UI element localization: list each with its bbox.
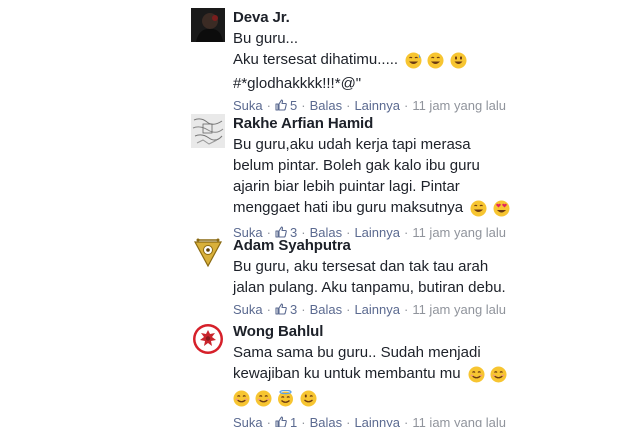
heart-eyes-emoji-icon [493,200,510,217]
more-button[interactable]: Lainnya [354,415,400,427]
separator-dot: · [266,415,271,427]
comment-feed: Deva Jr. Bu guru... Aku tersesat dihatim… [0,0,642,427]
like-count[interactable]: 1 [290,415,297,427]
comment-text: Sama sama bu guru.. Sudah menjadi kewaji… [233,342,633,411]
comment-author[interactable]: Wong Bahlul [233,322,633,341]
smiling-eyes-emoji-icon [255,390,272,407]
avatar[interactable] [191,114,225,148]
separator-dot: · [301,98,306,113]
halo-smiling-emoji-icon [277,390,294,407]
comment-line: jalan pulang. Aku tanpamu, butiran debu. [233,279,506,296]
like-count[interactable]: 5 [290,98,297,113]
reply-button[interactable]: Balas [310,98,343,113]
smiling-eyes-emoji-icon [468,366,485,383]
emoji-line [233,387,633,411]
separator-dot: · [301,302,306,317]
separator-dot: · [266,302,271,317]
comment-actions: Suka · 1 · Balas · Lainnya · 11 jam yang lalu [233,414,633,427]
comment-line: kewajiban ku untuk membantu mu [233,365,461,382]
smiling-open-mouth-emoji-icon [450,52,467,69]
winking-emoji-icon [300,390,317,407]
more-button[interactable]: Lainnya [354,302,400,317]
comment-line: Bu guru... [233,30,299,47]
separator-dot: · [346,415,351,427]
more-button[interactable]: Lainnya [354,98,400,113]
separator-dot: · [301,415,306,427]
comment-line: Aku tersesat dihatimu..... [233,51,399,68]
smiling-eyes-emoji-icon [233,390,250,407]
thumbs-up-icon[interactable] [275,303,287,315]
comment-line: #*glodhakkkk!!!*@" [233,75,362,92]
comment-line: ajarin biar lebih puintar lagi. Pintar [233,178,460,195]
separator-dot: · [346,302,351,317]
like-button[interactable]: Suka [233,302,263,317]
reply-button[interactable]: Balas [310,302,343,317]
comment-line: Bu guru, aku tersesat dan tak tau arah [233,258,489,275]
thumbs-up-icon[interactable] [275,416,287,427]
comment-timestamp[interactable]: 11 jam yang lalu [412,302,506,317]
separator-dot: · [403,415,409,427]
comment-text: Bu guru, aku tersesat dan tak tau arah j… [233,256,633,298]
thumbs-up-icon[interactable] [275,99,287,111]
reply-button[interactable]: Balas [310,415,343,427]
separator-dot: · [266,98,271,113]
grinning-emoji-icon [427,52,444,69]
like-button[interactable]: Suka [233,98,263,113]
comment-timestamp[interactable]: 11 jam yang lalu [412,415,506,427]
grinning-sweat-emoji-icon [405,52,422,69]
grinning-emoji-icon [470,200,487,217]
comment-author[interactable]: Adam Syahputra [233,236,633,255]
comment-line: menggaet hati ibu guru maksutnya [233,199,464,216]
avatar[interactable] [191,322,225,356]
like-count[interactable]: 3 [290,302,297,317]
separator-dot: · [403,98,409,113]
separator-dot: · [346,98,351,113]
comment-text: Bu guru... Aku tersesat dihatimu..... #*… [233,28,633,94]
avatar[interactable] [191,236,225,270]
separator-dot: · [403,302,409,317]
like-button[interactable]: Suka [233,415,263,427]
comment-line-with-emoji: Aku tersesat dihatimu..... [233,49,633,73]
comment-actions: Suka · 3 · Balas · Lainnya · 11 jam yang lalu [233,301,633,319]
comment-line: Bu guru,aku udah kerja tapi merasa [233,136,471,153]
comment-line-with-emoji: kewajiban ku untuk membantu mu [233,363,633,387]
comment-author[interactable]: Rakhe Arfian Hamid [233,114,633,133]
comment-line: belum pintar. Boleh gak kalo ibu guru [233,157,480,174]
comment-actions: Suka · 5 · Balas · Lainnya · 11 jam yang lalu [233,97,633,115]
avatar[interactable] [191,8,225,42]
comment-text: Bu guru,aku udah kerja tapi merasa belum… [233,134,633,221]
comment-author[interactable]: Deva Jr. [233,8,633,27]
comment-timestamp[interactable]: 11 jam yang lalu [412,98,506,113]
comment-line-with-emoji: menggaet hati ibu guru maksutnya [233,197,633,221]
comment-line: Sama sama bu guru.. Sudah menjadi [233,344,481,361]
smiling-eyes-emoji-icon [490,366,507,383]
